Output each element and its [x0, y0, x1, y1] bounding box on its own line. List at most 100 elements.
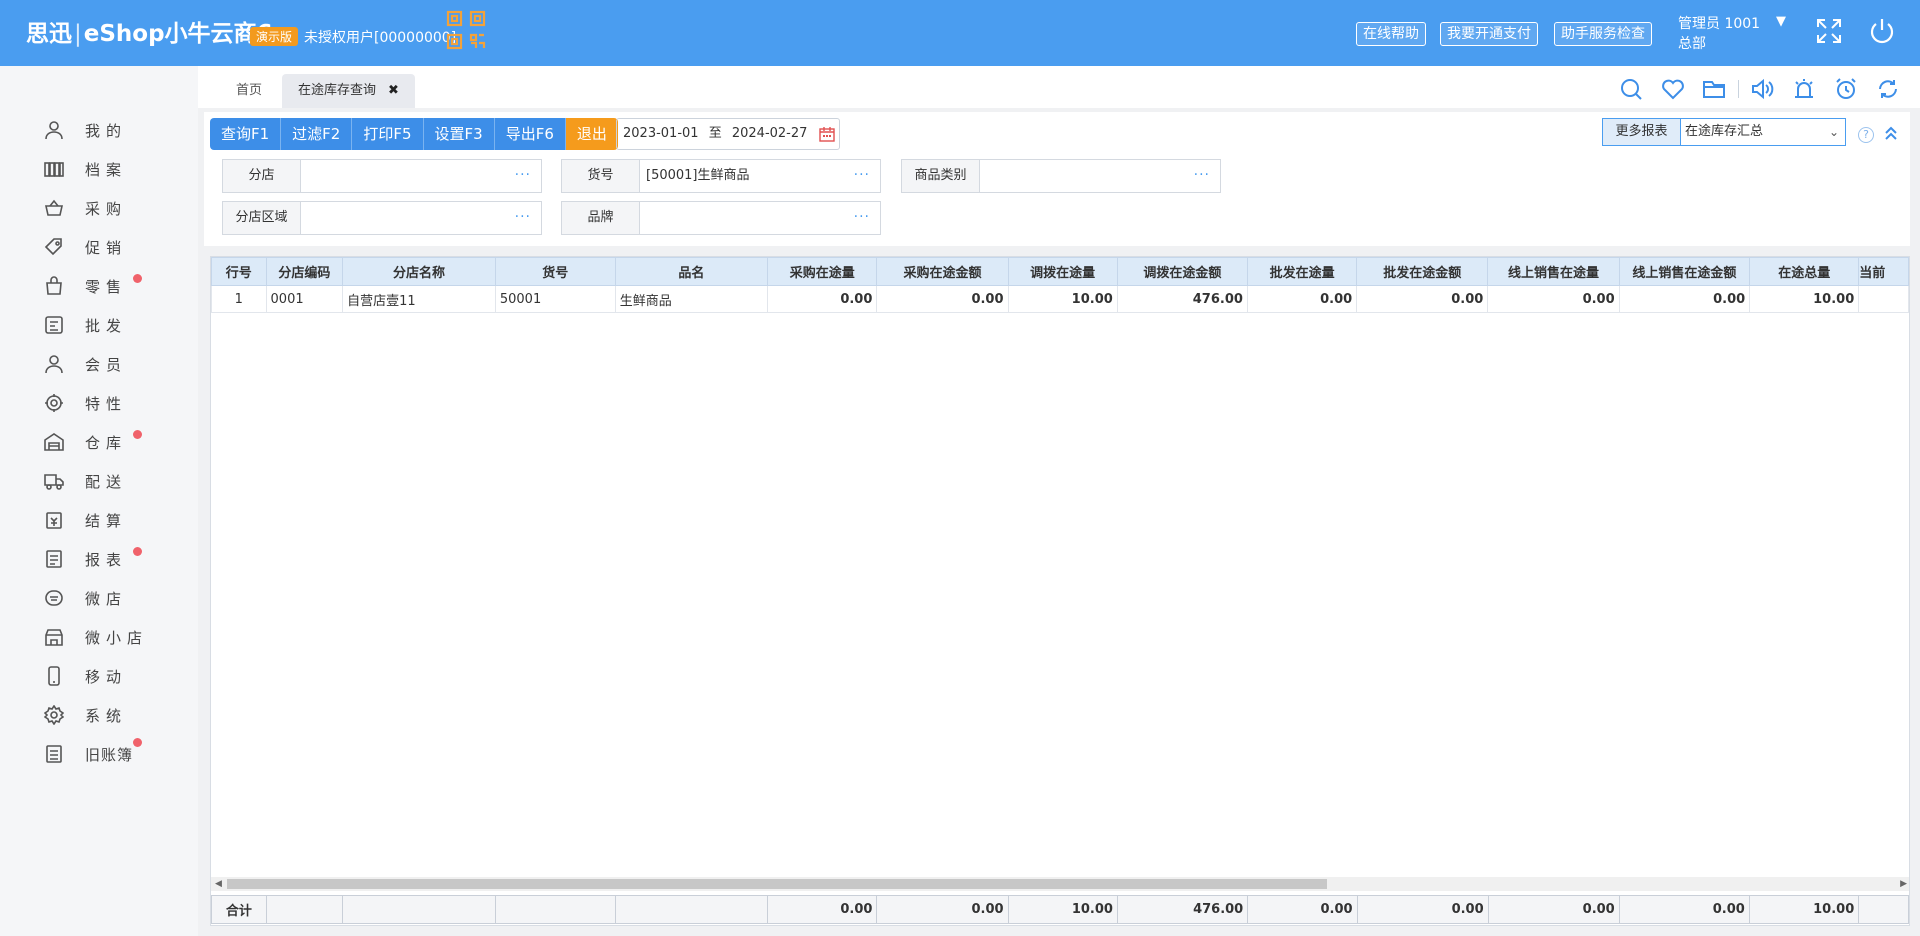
- column-header[interactable]: 批发在途金额: [1356, 257, 1489, 286]
- tab-close-icon[interactable]: ✖: [388, 83, 399, 98]
- item-code-field[interactable]: 货号 [50001]生鲜商品 ···: [561, 159, 881, 193]
- sidebar-item-delivery[interactable]: 配送: [0, 461, 198, 499]
- sidebar-item-settlement[interactable]: 结算: [0, 500, 198, 538]
- folder-icon[interactable]: [1702, 77, 1726, 101]
- branch-region-more-button[interactable]: ···: [515, 202, 531, 232]
- sidebar-item-retail[interactable]: 零售: [0, 266, 198, 304]
- column-header[interactable]: 采购在途量: [767, 257, 878, 286]
- sidebar-item-mini-shop[interactable]: 微小店: [0, 617, 198, 655]
- item-code-value[interactable]: [50001]生鲜商品: [646, 160, 750, 192]
- table-cell[interactable]: [1858, 285, 1909, 313]
- sidebar-item-system[interactable]: 系统: [0, 695, 198, 733]
- date-from[interactable]: 2023-01-01: [623, 126, 699, 141]
- settings-button[interactable]: 设置F3: [423, 118, 495, 150]
- sidebar-item-report[interactable]: 报表: [0, 539, 198, 577]
- column-header[interactable]: 线上销售在途量: [1487, 257, 1620, 286]
- date-to[interactable]: 2024-02-27: [732, 126, 808, 141]
- alarm-clock-icon[interactable]: [1834, 77, 1858, 101]
- table-cell[interactable]: 1: [211, 285, 267, 313]
- tab-home[interactable]: 首页: [236, 74, 262, 108]
- query-button[interactable]: 查询F1: [210, 118, 282, 150]
- table-cell[interactable]: 0001: [265, 285, 344, 313]
- sidebar-item-feature[interactable]: 特性: [0, 383, 198, 421]
- table-cell[interactable]: 10.00: [1007, 285, 1118, 313]
- table-cell[interactable]: 0.00: [876, 285, 1009, 313]
- category-more-button[interactable]: ···: [1194, 160, 1210, 190]
- column-header[interactable]: 线上销售在途金额: [1618, 257, 1751, 286]
- sidebar-item-archive[interactable]: 档案: [0, 149, 198, 187]
- sidebar-item-purchase[interactable]: 采购: [0, 188, 198, 226]
- table-cell[interactable]: 10.00: [1749, 285, 1860, 313]
- horizontal-scrollbar[interactable]: ◀ ▶: [211, 877, 1909, 891]
- table-cell[interactable]: 生鲜商品: [614, 285, 769, 313]
- calendar-icon[interactable]: [819, 126, 835, 142]
- branch-field[interactable]: 分店 ···: [222, 159, 542, 193]
- table-cell[interactable]: 0.00: [767, 285, 878, 313]
- sidebar-item-member[interactable]: 会员: [0, 344, 198, 382]
- brand-more-button[interactable]: ···: [854, 202, 870, 232]
- item-code-more-button[interactable]: ···: [854, 160, 870, 190]
- column-header[interactable]: 采购在途金额: [876, 257, 1009, 286]
- sidebar-item-warehouse[interactable]: 仓库: [0, 422, 198, 460]
- online-help-button[interactable]: 在线帮助: [1356, 22, 1426, 46]
- qr-code-icon[interactable]: [446, 10, 486, 50]
- column-header[interactable]: 当前: [1858, 257, 1909, 286]
- footer-cell: 10.00: [1007, 895, 1118, 924]
- tab-in-transit-inventory[interactable]: 在途库存查询 ✖: [282, 74, 415, 108]
- favorite-icon[interactable]: [1661, 77, 1685, 101]
- collapse-up-icon[interactable]: [1882, 124, 1900, 142]
- date-range-input[interactable]: 2023-01-01 至 2024-02-27: [616, 118, 840, 150]
- more-reports-select[interactable]: 更多报表 在途库存汇总 ⌄: [1602, 118, 1846, 146]
- help-icon[interactable]: ?: [1858, 127, 1874, 143]
- footer-cell: [614, 895, 769, 924]
- scrollbar-thumb[interactable]: [227, 879, 1327, 889]
- table-cell[interactable]: 50001: [494, 285, 616, 313]
- table-cell[interactable]: 0.00: [1246, 285, 1358, 313]
- branch-more-button[interactable]: ···: [515, 160, 531, 190]
- power-icon[interactable]: [1867, 16, 1897, 46]
- refresh-icon[interactable]: [1876, 77, 1900, 101]
- branch-region-field[interactable]: 分店区域 ···: [222, 201, 542, 235]
- sidebar-item-mine[interactable]: 我的: [0, 110, 198, 148]
- table-cell[interactable]: 0.00: [1487, 285, 1620, 313]
- chevron-down-icon[interactable]: ⌄: [1829, 119, 1839, 145]
- action-button-group: 查询F1 过滤F2 打印F5 设置F3 导出F6 退出: [210, 118, 618, 150]
- more-reports-value[interactable]: 在途库存汇总: [1685, 119, 1763, 145]
- export-button[interactable]: 导出F6: [494, 118, 566, 150]
- sidebar-item-micro-shop[interactable]: 微店: [0, 578, 198, 616]
- brand-field[interactable]: 品牌 ···: [561, 201, 881, 235]
- column-header[interactable]: 货号: [494, 257, 616, 286]
- column-header[interactable]: 分店名称: [342, 257, 496, 286]
- open-payment-button[interactable]: 我要开通支付: [1440, 22, 1538, 46]
- column-header[interactable]: 行号: [211, 257, 267, 286]
- sidebar-item-wholesale[interactable]: 批发: [0, 305, 198, 343]
- speaker-icon[interactable]: [1750, 77, 1774, 101]
- user-dropdown-caret[interactable]: ▼: [1776, 14, 1786, 29]
- table-row[interactable]: 1 0001 自营店壹11 50001 生鲜商品 0.00 0.00 10.00…: [211, 285, 1909, 313]
- column-header[interactable]: 调拨在途量: [1007, 257, 1118, 286]
- footer-cell: 0.00: [1618, 895, 1750, 924]
- column-header[interactable]: 分店编码: [265, 257, 344, 286]
- column-header[interactable]: 品名: [614, 257, 769, 286]
- category-field[interactable]: 商品类别 ···: [901, 159, 1221, 193]
- table-cell[interactable]: 476.00: [1116, 285, 1248, 313]
- table-cell[interactable]: 0.00: [1618, 285, 1751, 313]
- alarm-light-icon[interactable]: [1792, 77, 1816, 101]
- assistant-check-button[interactable]: 助手服务检查: [1554, 22, 1652, 46]
- fullscreen-icon[interactable]: [1814, 16, 1844, 46]
- sidebar-item-mobile[interactable]: 移动: [0, 656, 198, 694]
- column-header[interactable]: 批发在途量: [1246, 257, 1358, 286]
- column-header[interactable]: 在途总量: [1749, 257, 1860, 286]
- user-info[interactable]: 管理员 1001 总部: [1678, 14, 1760, 54]
- table-cell[interactable]: 0.00: [1356, 285, 1489, 313]
- column-header[interactable]: 调拨在途金额: [1116, 257, 1248, 286]
- search-icon[interactable]: [1619, 77, 1643, 101]
- table-cell[interactable]: 自营店壹11: [342, 285, 496, 313]
- exit-button[interactable]: 退出: [565, 118, 618, 150]
- filter-button[interactable]: 过滤F2: [281, 118, 353, 150]
- print-button[interactable]: 打印F5: [352, 118, 424, 150]
- sidebar-item-old-ledger[interactable]: 旧账簿: [0, 734, 198, 772]
- scroll-right-arrow-icon[interactable]: ▶: [1900, 877, 1907, 891]
- sidebar-item-promotion[interactable]: 促销: [0, 227, 198, 265]
- scroll-left-arrow-icon[interactable]: ◀: [215, 877, 222, 891]
